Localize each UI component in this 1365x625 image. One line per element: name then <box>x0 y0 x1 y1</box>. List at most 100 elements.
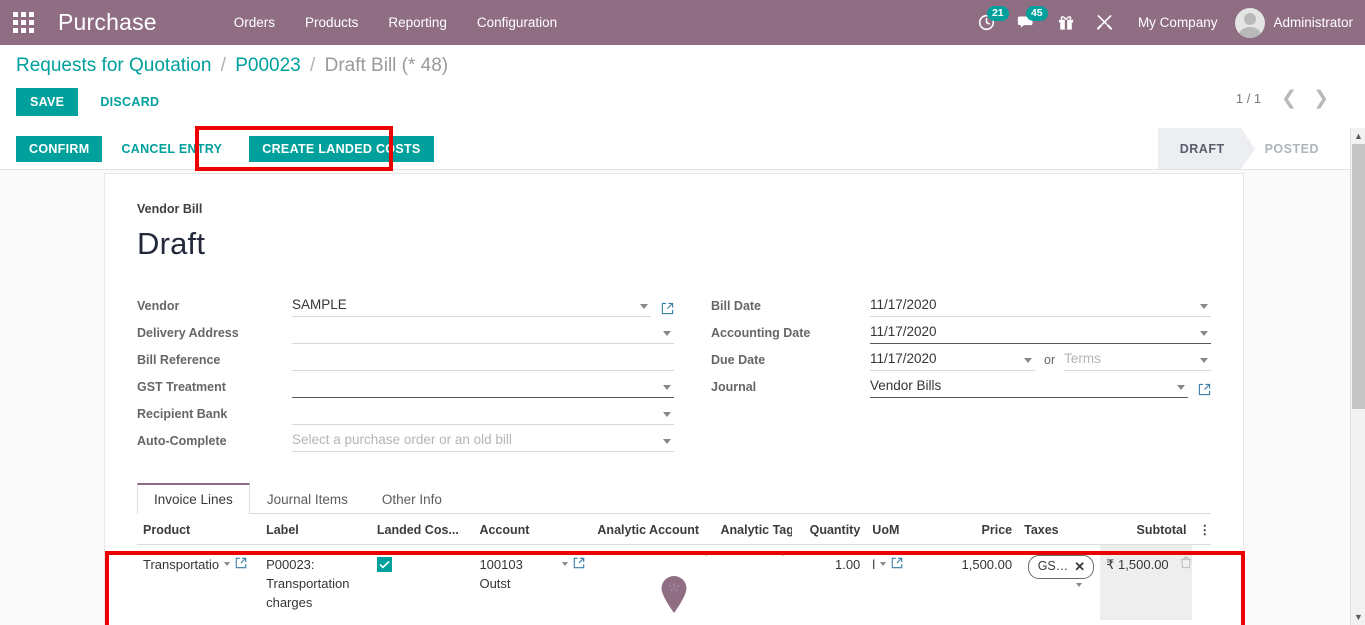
menu-item-reporting[interactable]: Reporting <box>373 0 462 45</box>
auto-complete-input[interactable]: Select a purchase order or an old bill <box>292 430 674 452</box>
uom-external-link-icon[interactable] <box>891 555 903 574</box>
breadcrumb-item-p00023[interactable]: P00023 <box>235 55 301 76</box>
breadcrumb-separator: / <box>310 55 316 76</box>
chevron-down-icon[interactable] <box>1177 385 1185 390</box>
column-header-subtotal[interactable]: Subtotal <box>1100 514 1193 545</box>
column-header-price[interactable]: Price <box>936 514 1019 545</box>
discard-button[interactable]: DISCARD <box>86 88 173 116</box>
pager-count: 1 / 1 <box>1235 91 1262 106</box>
apps-menu-button[interactable] <box>0 12 46 33</box>
chevron-down-icon[interactable] <box>663 385 671 390</box>
scrollbar[interactable]: ▲ ▼ <box>1350 128 1365 625</box>
cell-label[interactable]: P00023: Transportation charges <box>260 545 371 621</box>
status-bar: CONFIRM CANCEL ENTRY CREATE LANDED COSTS… <box>0 128 1350 170</box>
journal-input[interactable]: Vendor Bills <box>870 376 1188 398</box>
tab-journal-items[interactable]: Journal Items <box>250 483 365 514</box>
chevron-right-icon[interactable]: ❯ <box>1307 89 1335 108</box>
breadcrumb-separator: / <box>220 55 226 76</box>
chevron-down-icon[interactable] <box>780 552 787 556</box>
cell-account[interactable]: 100103 Outst <box>473 545 591 621</box>
journal-external-link-icon[interactable] <box>1198 383 1211 398</box>
form-sheet: Vendor Bill Draft Vendor SAMPLE Delivery… <box>104 173 1244 625</box>
product-external-link-icon[interactable] <box>235 555 247 574</box>
tab-other-info[interactable]: Other Info <box>365 483 459 514</box>
tax-tag[interactable]: GS… ✕ <box>1027 555 1095 579</box>
chevron-down-icon[interactable] <box>663 412 671 417</box>
vertical-dots-icon[interactable]: ⋮ <box>1192 514 1211 545</box>
cell-analytic-tags[interactable] <box>715 545 793 621</box>
payment-terms-input[interactable]: Terms <box>1064 349 1211 371</box>
save-button[interactable]: SAVE <box>16 88 79 116</box>
field-label-delivery-address: Delivery Address <box>137 326 239 340</box>
column-header-label[interactable]: Label <box>260 514 371 545</box>
chevron-down-icon[interactable] <box>663 331 671 336</box>
messages-button[interactable]: 45 <box>1006 0 1048 45</box>
app-brand-title[interactable]: Purchase <box>58 9 157 36</box>
debug-tools-button[interactable] <box>1085 0 1124 45</box>
bill-date-input[interactable]: 11/17/2020 <box>870 295 1211 317</box>
accounting-date-input[interactable]: 11/17/2020 <box>870 322 1211 344</box>
chevron-left-icon[interactable]: ❮ <box>1275 89 1303 108</box>
chevron-down-icon[interactable] <box>1200 331 1208 336</box>
chevron-down-icon[interactable] <box>880 562 887 566</box>
create-landed-costs-button[interactable]: CREATE LANDED COSTS <box>249 136 434 162</box>
product-value: Transportatio <box>143 557 220 572</box>
chevron-down-icon[interactable] <box>1076 583 1083 587</box>
field-row-delivery-address: Delivery Address <box>137 317 674 344</box>
scroll-up-icon[interactable]: ▲ <box>1351 128 1365 144</box>
status-badge-posted[interactable]: POSTED <box>1241 128 1335 169</box>
column-header-analytic-tags[interactable]: Analytic Tags <box>714 514 793 545</box>
column-header-analytic-account[interactable]: Analytic Account <box>591 514 715 545</box>
notebook-tabs: Invoice Lines Journal Items Other Info <box>137 482 1211 514</box>
gst-treatment-input[interactable] <box>292 376 674 398</box>
cell-price[interactable]: 1,500.00 <box>936 545 1018 621</box>
delivery-address-input[interactable] <box>292 322 674 344</box>
confirm-button[interactable]: CONFIRM <box>16 136 103 162</box>
chevron-down-icon[interactable] <box>702 552 709 556</box>
scrollbar-thumb[interactable] <box>1352 144 1365 409</box>
tab-invoice-lines[interactable]: Invoice Lines <box>137 483 250 514</box>
cell-product[interactable]: Transportatio <box>137 545 260 621</box>
column-header-landed-cost[interactable]: Landed Cos... <box>370 514 474 545</box>
chevron-down-icon[interactable] <box>640 304 648 309</box>
control-panel: Requests for Quotation / P00023 / Draft … <box>0 45 1365 128</box>
chevron-down-icon[interactable] <box>562 562 569 566</box>
gift-button[interactable] <box>1047 0 1085 45</box>
vendor-input[interactable]: SAMPLE <box>292 295 651 317</box>
scroll-down-icon[interactable]: ▼ <box>1351 609 1365 625</box>
trash-icon[interactable] <box>1180 556 1192 572</box>
cell-taxes[interactable]: GS… ✕ <box>1018 545 1100 621</box>
cell-uom[interactable]: l <box>866 545 936 621</box>
cell-quantity[interactable]: 1.00 <box>792 545 866 621</box>
cancel-entry-button[interactable]: CANCEL ENTRY <box>108 136 235 162</box>
chevron-down-icon[interactable] <box>1024 358 1032 363</box>
chevron-down-icon[interactable] <box>1200 358 1208 363</box>
user-menu[interactable]: Administrator <box>1231 7 1353 38</box>
account-external-link-icon[interactable] <box>573 555 585 574</box>
menu-item-products[interactable]: Products <box>290 0 373 45</box>
bill-reference-input[interactable] <box>292 349 674 371</box>
recipient-bank-input[interactable] <box>292 403 674 425</box>
chevron-down-icon[interactable] <box>224 562 231 566</box>
menu-item-orders[interactable]: Orders <box>219 0 290 45</box>
status-badge-draft[interactable]: DRAFT <box>1157 128 1255 169</box>
chevron-down-icon[interactable] <box>663 439 671 444</box>
due-date-input[interactable]: 11/17/2020 <box>870 349 1035 371</box>
cell-analytic-account[interactable] <box>591 545 714 621</box>
column-header-account[interactable]: Account <box>473 514 592 545</box>
company-switcher[interactable]: My Company <box>1124 15 1232 30</box>
close-icon[interactable]: ✕ <box>1074 557 1085 576</box>
cell-landed-cost[interactable] <box>371 545 474 621</box>
activities-button[interactable]: 21 <box>967 0 1009 45</box>
column-header-product[interactable]: Product <box>137 514 261 545</box>
record-actions: SAVE DISCARD <box>16 88 173 116</box>
chevron-down-icon[interactable] <box>1200 304 1208 309</box>
column-header-taxes[interactable]: Taxes <box>1018 514 1101 545</box>
accounting-date-value: 11/17/2020 <box>870 324 937 339</box>
column-header-quantity[interactable]: Quantity <box>792 514 867 545</box>
breadcrumb-item-requests-for-quotation[interactable]: Requests for Quotation <box>16 55 211 76</box>
column-header-uom[interactable]: UoM <box>866 514 937 545</box>
vendor-external-link-icon[interactable] <box>661 302 674 317</box>
landed-cost-checkbox[interactable] <box>376 557 392 572</box>
menu-item-configuration[interactable]: Configuration <box>462 0 572 45</box>
